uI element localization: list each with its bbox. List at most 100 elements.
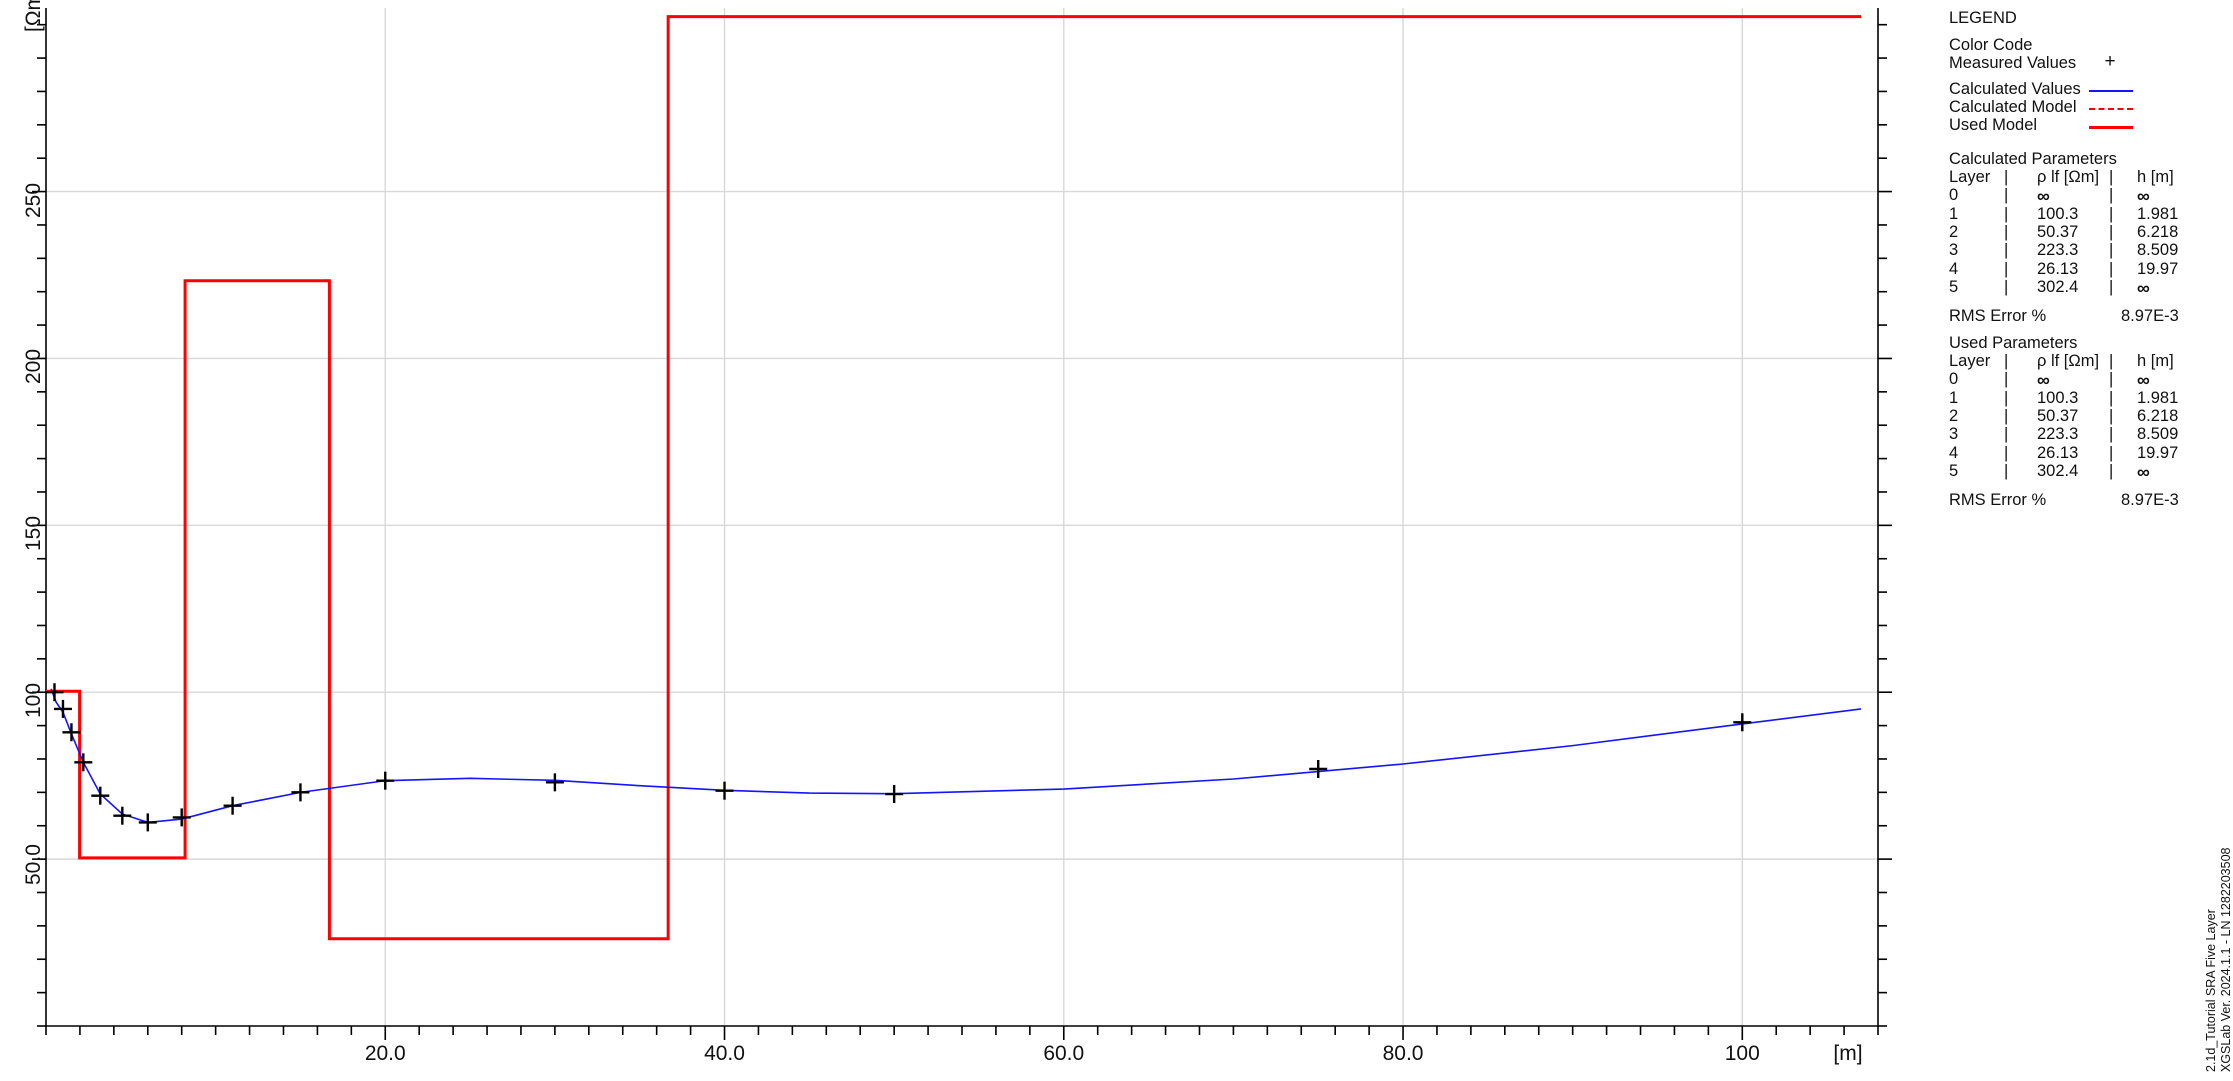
table-row-h: 6.218 — [2137, 222, 2179, 241]
table-row-separator-2: | — [2109, 241, 2114, 260]
x-tick-label: 80.0 — [1382, 1042, 1424, 1065]
table-row-rho: 50.37 — [2037, 222, 2079, 241]
y-tick-label: 200 — [22, 349, 45, 385]
table-header-rho: ρ lf [Ωm] — [2037, 352, 2100, 370]
x-axis-unit-label: [m] — [1833, 1042, 1863, 1065]
table-row-h: 8.509 — [2137, 425, 2179, 444]
table-header-separator-1: | — [2004, 352, 2009, 370]
table-row-layer: 3 — [1949, 241, 1959, 260]
table-header-separator-2: | — [2109, 168, 2114, 186]
table-row-separator-1: | — [2004, 461, 2009, 480]
table-header-separator-2: | — [2109, 352, 2114, 370]
table-row-layer: 0 — [1949, 370, 1959, 389]
table-row-separator-1: | — [2004, 277, 2009, 296]
table-row-layer: 4 — [1949, 443, 1959, 462]
rms-error-label: RMS Error % — [1949, 491, 2047, 510]
table-row-h: ∞ — [2137, 461, 2150, 482]
table-row-rho: 302.4 — [2037, 461, 2079, 480]
x-tick-label: 20.0 — [364, 1042, 406, 1065]
red-dashed-line-swatch-icon — [2089, 108, 2133, 110]
table-row-separator-1: | — [2004, 443, 2009, 462]
table-row-separator-2: | — [2109, 222, 2114, 241]
table-header-layer: Layer — [1949, 168, 1991, 186]
table-header-h: h [m] — [2137, 168, 2174, 186]
table-header-separator-1: | — [2004, 168, 2009, 186]
measured-values-markers — [45, 683, 1752, 832]
legend-item-used-model: Used Model — [1949, 116, 2038, 134]
y-tick-label: 100 — [22, 683, 45, 719]
y-axis-unit-label: [Ωm] — [22, 0, 45, 32]
table-row-layer: 2 — [1949, 222, 1959, 241]
table-row-separator-2: | — [2109, 259, 2114, 278]
table-row-h: 1.981 — [2137, 388, 2179, 407]
table-row-separator-2: | — [2109, 406, 2114, 425]
table-row-separator-1: | — [2004, 186, 2009, 205]
table-row-h: 6.218 — [2137, 406, 2179, 425]
legend-panel: LEGEND Color Code Measured Values + Calc… — [1949, 0, 2233, 1081]
table-row-h: ∞ — [2137, 277, 2150, 298]
table-header-layer: Layer — [1949, 352, 1991, 370]
table-row-separator-1: | — [2004, 222, 2009, 241]
table-row-layer: 1 — [1949, 388, 1959, 407]
table-row-separator-2: | — [2109, 388, 2114, 407]
table-row-layer: 0 — [1949, 186, 1959, 205]
plus-marker-icon: + — [2104, 51, 2116, 72]
x-tick-label: 100 — [1724, 1042, 1760, 1065]
table-row-separator-2: | — [2109, 461, 2114, 480]
table-row-rho: 223.3 — [2037, 241, 2079, 260]
footer-project-title: 2.1d_Tutorial SRA Five Layer — [2204, 909, 2218, 1072]
y-tick-label: 150 — [22, 516, 45, 552]
table-row-separator-2: | — [2109, 204, 2114, 223]
legend-item-calculated-values: Calculated Values — [1949, 80, 2081, 98]
table-row-h: 19.97 — [2137, 443, 2179, 462]
rms-error-value: 8.97E-3 — [2121, 491, 2179, 510]
table-row-separator-1: | — [2004, 241, 2009, 260]
table-row-separator-2: | — [2109, 443, 2114, 462]
x-axis-ticks — [45, 1026, 1879, 1040]
table-row-rho: 100.3 — [2037, 388, 2079, 407]
legend-title: LEGEND — [1949, 9, 2017, 27]
chart-svg — [32, 8, 1892, 1040]
calculated-parameters-title: Calculated Parameters — [1949, 150, 2117, 168]
table-row-rho: 223.3 — [2037, 425, 2079, 444]
chart-plot-area: [Ωm] 50.0 100 150 200 250 20.0 40.0 60.0 80.0 10… — [0, 0, 1925, 1081]
legend-item-calculated-model: Calculated Model — [1949, 98, 2077, 116]
table-row-rho: 100.3 — [2037, 204, 2079, 223]
y-axis-right-ticks — [1878, 23, 1892, 1027]
table-row-h: 19.97 — [2137, 259, 2179, 278]
legend-item-measured-values: Measured Values — [1949, 54, 2077, 72]
table-header-h: h [m] — [2137, 352, 2174, 370]
table-row-rho: 50.37 — [2037, 406, 2079, 425]
used-model-step-curve — [46, 15, 1862, 941]
rms-error-value: 8.97E-3 — [2121, 307, 2179, 326]
table-row-separator-2: | — [2109, 370, 2114, 389]
table-row-rho: 26.13 — [2037, 443, 2079, 462]
y-tick-label: 250 — [22, 182, 45, 218]
blue-line-swatch-icon — [2089, 90, 2133, 92]
horizontal-gridlines — [46, 190, 1878, 860]
table-row-rho: 26.13 — [2037, 259, 2079, 278]
table-row-layer: 5 — [1949, 277, 1959, 296]
table-row-layer: 4 — [1949, 259, 1959, 278]
table-row-separator-2: | — [2109, 277, 2114, 296]
table-row-layer: 3 — [1949, 425, 1959, 444]
table-row-h: 1.981 — [2137, 204, 2179, 223]
table-row-separator-1: | — [2004, 425, 2009, 444]
table-row-layer: 1 — [1949, 204, 1959, 223]
x-tick-label: 40.0 — [704, 1042, 745, 1065]
table-row-separator-1: | — [2004, 406, 2009, 425]
table-row-separator-1: | — [2004, 388, 2009, 407]
legend-color-code-label: Color Code — [1949, 36, 2033, 54]
y-tick-label: 50.0 — [22, 844, 45, 886]
table-row-separator-1: | — [2004, 204, 2009, 223]
vertical-gridlines — [384, 8, 1743, 1026]
table-row-separator-2: | — [2109, 186, 2114, 205]
rms-error-label: RMS Error % — [1949, 307, 2047, 326]
table-row-separator-2: | — [2109, 425, 2114, 444]
table-row-separator-1: | — [2004, 370, 2009, 389]
calculated-values-curve — [50, 688, 1862, 824]
table-row-layer: 2 — [1949, 406, 1959, 425]
red-line-swatch-icon — [2089, 126, 2133, 129]
table-row-rho: 302.4 — [2037, 277, 2079, 296]
table-row-separator-1: | — [2004, 259, 2009, 278]
